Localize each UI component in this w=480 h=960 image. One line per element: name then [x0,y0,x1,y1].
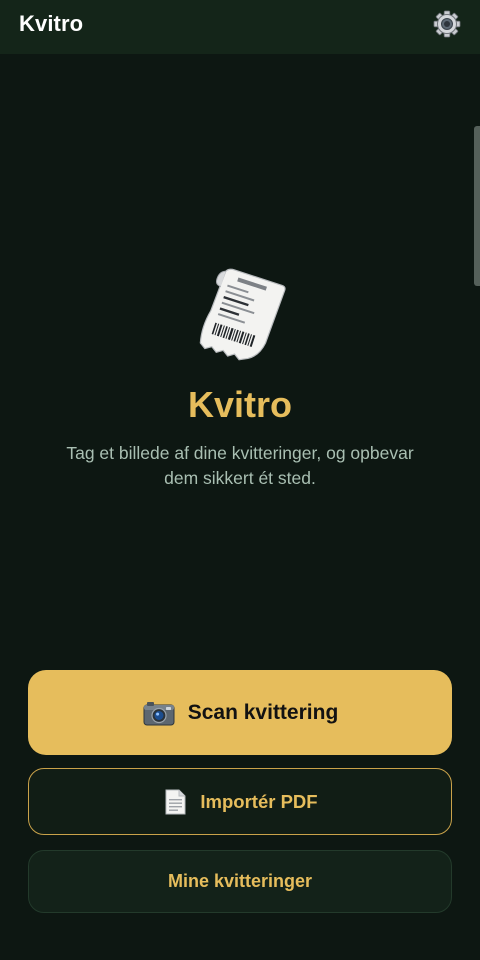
my-receipts-button[interactable]: Mine kvitteringer [28,850,452,913]
import-pdf-button[interactable]: Importér PDF [28,768,452,835]
top-app-bar: Kvitro [0,0,480,54]
app-title: Kvitro [19,11,84,36]
document-icon [165,789,186,814]
camera-icon [143,701,175,725]
hero-subtitle: Tag et billede af dine kvitteringer, og … [66,443,414,488]
scrollbar[interactable] [474,126,480,286]
scan-receipt-label: Scan kvittering [187,700,339,724]
import-pdf-label: Importér PDF [200,790,318,812]
hero-title: Kvitro [187,384,292,425]
receipt-icon [199,268,286,361]
scan-receipt-button[interactable]: Scan kvittering [28,670,452,755]
app-screen: Kvitro Kvitro Tag et billede af dine kvi… [0,0,480,960]
gear-icon[interactable] [432,9,462,39]
my-receipts-label: Mine kvitteringer [167,871,313,891]
